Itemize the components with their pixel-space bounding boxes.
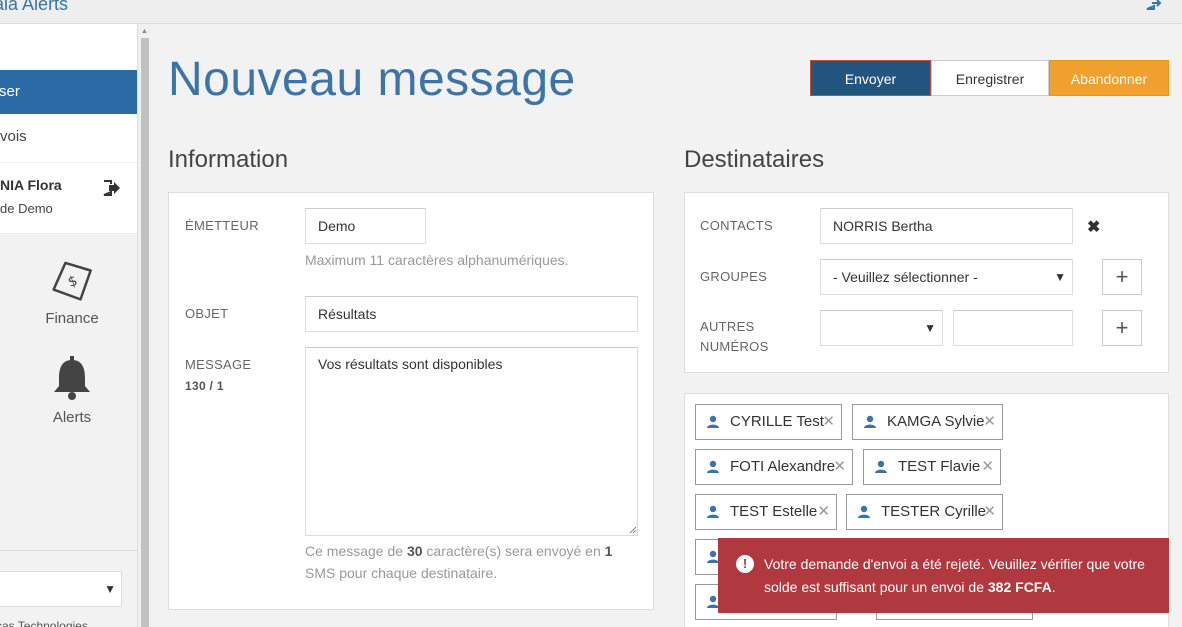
groups-select[interactable]: - Veuillez sélectionner - ▼ bbox=[820, 259, 1073, 295]
other-numbers-label-line1: AUTRES bbox=[700, 319, 755, 334]
recipient-name: KAMGA Sylvie bbox=[887, 413, 985, 430]
message-counter: 130 / 1 bbox=[185, 379, 224, 393]
remove-recipient-icon[interactable]: ✕ bbox=[983, 405, 996, 439]
recipient-name: TEST Flavie bbox=[898, 458, 981, 475]
recipients-heading: Destinataires bbox=[684, 146, 825, 173]
message-label: MESSAGE bbox=[185, 357, 252, 372]
recipient-name: CYRILLE Test bbox=[730, 413, 824, 430]
resize-handle-icon[interactable] bbox=[629, 526, 637, 534]
toast-suffix: . bbox=[1051, 579, 1056, 595]
groups-select-value: - Veuillez sélectionner - bbox=[833, 269, 978, 285]
user-icon bbox=[858, 505, 870, 518]
breadcrumb-parent[interactable]: aia bbox=[0, 0, 18, 14]
account-select[interactable]: ▼ bbox=[0, 571, 122, 607]
chevron-down-icon: ▼ bbox=[104, 582, 116, 596]
toast-message: Votre demande d'envoi a été rejeté. Veui… bbox=[764, 556, 1145, 595]
summary-char-count: 30 bbox=[406, 543, 423, 559]
user-name: NIA Flora bbox=[0, 177, 62, 193]
logout-icon[interactable] bbox=[102, 179, 122, 197]
chevron-down-icon: ▼ bbox=[1054, 270, 1066, 284]
message-textarea[interactable]: Vos résultats sont disponibles bbox=[305, 347, 638, 536]
sidebar-footer: ▼ rcas Technologies bbox=[0, 550, 137, 627]
recipient-chip: CYRILLE Test ✕ bbox=[695, 404, 842, 440]
recipient-chip: TESTER Cyrille ✕ bbox=[846, 494, 1003, 530]
clear-contact-icon[interactable]: ✖ bbox=[1087, 217, 1100, 237]
summary-suffix: SMS pour chaque destinataire. bbox=[305, 565, 498, 581]
user-icon bbox=[875, 460, 887, 473]
recipient-name: TESTER Cyrille bbox=[881, 503, 987, 520]
sender-help: Maximum 11 caractères alphanumériques. bbox=[305, 252, 569, 268]
alert-icon: ! bbox=[736, 555, 754, 573]
sidebar-item-secondary[interactable]: vois bbox=[0, 122, 137, 152]
summary-prefix: Ce message de bbox=[305, 543, 407, 559]
sender-label: ÉMETTEUR bbox=[185, 218, 259, 233]
country-code-select[interactable]: ▼ bbox=[820, 310, 943, 346]
add-number-button[interactable]: + bbox=[1102, 310, 1142, 346]
summary-mid: caractère(s) sera envoyé en bbox=[422, 543, 605, 559]
sidebar-item-label: ser bbox=[0, 83, 20, 100]
breadcrumb-current[interactable]: Alerts bbox=[22, 0, 68, 14]
scroll-up-icon[interactable]: ▲ bbox=[141, 28, 148, 35]
top-bar: aia Alerts bbox=[0, 0, 1182, 24]
recipient-chip: TEST Flavie ✕ bbox=[863, 449, 1001, 485]
breadcrumb: aia Alerts bbox=[0, 0, 68, 15]
page-title: Nouveau message bbox=[168, 53, 576, 106]
information-heading: Information bbox=[168, 146, 289, 173]
recipient-name: TEST Estelle bbox=[730, 503, 818, 520]
exit-icon[interactable] bbox=[1144, 0, 1162, 12]
subject-field[interactable]: Résultats bbox=[305, 296, 638, 332]
remove-recipient-icon[interactable]: ✕ bbox=[833, 450, 846, 484]
contacts-input[interactable]: NORRIS Bertha bbox=[820, 208, 1073, 244]
user-icon bbox=[707, 415, 719, 428]
user-icon bbox=[707, 505, 719, 518]
chevron-down-icon: ▼ bbox=[924, 321, 936, 335]
sidebar-item-label: vois bbox=[0, 128, 27, 145]
recipient-chip: FOTI Alexandre ✕ bbox=[695, 449, 853, 485]
contacts-label: CONTACTS bbox=[700, 218, 773, 233]
other-numbers-label-line2: NUMÉROS bbox=[700, 339, 769, 354]
plus-icon: + bbox=[1115, 315, 1129, 340]
cancel-button[interactable]: Abandonner bbox=[1049, 60, 1169, 96]
user-icon bbox=[707, 460, 719, 473]
subject-label: OBJET bbox=[185, 306, 229, 321]
add-group-button[interactable]: + bbox=[1102, 259, 1142, 295]
sidebar-scrollbar[interactable]: ▲ bbox=[138, 24, 151, 627]
sidebar: ser vois NIA Flora de Demo $ Finance Ale… bbox=[0, 24, 138, 627]
user-card: NIA Flora de Demo bbox=[0, 162, 137, 234]
svg-text:$: $ bbox=[66, 273, 80, 291]
bell-icon[interactable] bbox=[50, 354, 94, 400]
sidebar-item-active[interactable]: ser bbox=[0, 70, 137, 114]
scrollbar-thumb[interactable] bbox=[141, 38, 149, 627]
nav-alerts-label[interactable]: Alerts bbox=[0, 409, 144, 426]
error-toast[interactable]: ! Votre demande d'envoi a été rejeté. Ve… bbox=[718, 538, 1169, 613]
user-icon bbox=[864, 415, 876, 428]
save-button[interactable]: Enregistrer bbox=[931, 60, 1049, 96]
summary-sms-count: 1 bbox=[604, 543, 613, 559]
sidebar-nav: $ Finance Alerts bbox=[0, 234, 137, 550]
money-icon[interactable]: $ bbox=[49, 258, 95, 304]
remove-recipient-icon[interactable]: ✕ bbox=[981, 450, 994, 484]
groups-label: GROUPES bbox=[700, 269, 768, 284]
recipient-chip: KAMGA Sylvie ✕ bbox=[852, 404, 1003, 440]
remove-recipient-icon[interactable]: ✕ bbox=[822, 405, 835, 439]
message-summary: Ce message de 30 caractère(s) sera envoy… bbox=[305, 540, 635, 584]
nav-finance-label[interactable]: Finance bbox=[0, 310, 144, 327]
send-button[interactable]: Envoyer bbox=[810, 60, 931, 96]
recipient-chip: TEST Estelle ✕ bbox=[695, 494, 837, 530]
user-organization: de Demo bbox=[0, 201, 53, 216]
remove-recipient-icon[interactable]: ✕ bbox=[817, 495, 830, 529]
recipients-form-panel: CONTACTS NORRIS Bertha ✖ GROUPES - Veuil… bbox=[684, 192, 1169, 373]
information-panel: ÉMETTEUR Demo Maximum 11 caractères alph… bbox=[168, 192, 654, 610]
phone-number-input[interactable] bbox=[953, 310, 1073, 346]
plus-icon: + bbox=[1115, 264, 1129, 289]
company-name: rcas Technologies bbox=[0, 619, 88, 627]
sender-field[interactable]: Demo bbox=[305, 208, 426, 244]
remove-recipient-icon[interactable]: ✕ bbox=[983, 495, 996, 529]
recipient-name: FOTI Alexandre bbox=[730, 458, 836, 475]
toast-amount: 382 FCFA bbox=[987, 579, 1052, 595]
